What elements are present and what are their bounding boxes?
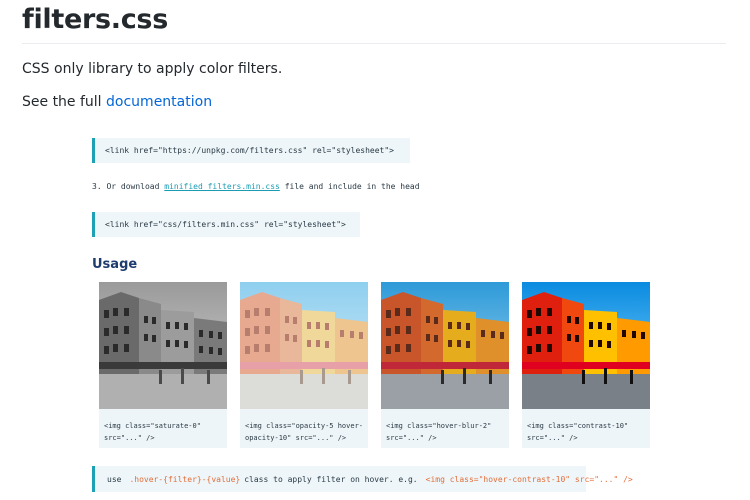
cdn-code-block: <link href="https://unpkg.com/filters.cs… <box>92 138 410 163</box>
example-card-opacity: <img class="opacity-5 hover- opacity-10"… <box>240 282 368 448</box>
title-divider <box>22 43 726 44</box>
example-caption: <img class="opacity-5 hover- opacity-10"… <box>245 422 364 442</box>
example-card-contrast: <img class="contrast-10" src="..." /> <box>522 282 650 448</box>
example-caption: <img class="saturate-0" src="..." /> <box>104 422 201 442</box>
example-card-saturate: <img class="saturate-0" src="..." /> <box>99 282 227 448</box>
example-caption: <img class="hover-blur-2" src="..." /> <box>386 422 492 442</box>
hint-class: .hover-{filter}-{value} <box>129 474 241 484</box>
download-link[interactable]: minified filters.min.css <box>164 182 280 191</box>
local-code: <link href="css/filters.min.css" rel="st… <box>105 220 346 229</box>
description: CSS only library to apply color filters. <box>22 61 283 77</box>
documentation-line: See the full documentation <box>22 94 212 110</box>
hint-example: <img class="hover-contrast-10" src="..."… <box>425 474 633 484</box>
local-code-block: <link href="css/filters.min.css" rel="st… <box>92 212 360 237</box>
hint-text: class to apply filter on hover. e.g. <box>244 474 418 484</box>
example-caption: <img class="contrast-10" src="..." /> <box>527 422 629 442</box>
example-card-blur: <img class="hover-blur-2" src="..." /> <box>381 282 509 448</box>
example-image-high-contrast[interactable] <box>522 282 650 409</box>
doc-prefix: See the full <box>22 94 102 110</box>
example-image-grayscale <box>99 282 227 409</box>
step-prefix: 3. Or download <box>92 182 160 191</box>
hover-hint-block: use .hover-{filter}-{value} class to app… <box>92 466 633 492</box>
usage-heading: Usage <box>92 257 138 272</box>
documentation-link[interactable]: documentation <box>106 94 212 110</box>
download-step: 3. Or download minified filters.min.css … <box>92 182 420 191</box>
example-image-normal[interactable] <box>381 282 509 409</box>
step-suffix: file and include in the head <box>284 182 420 191</box>
example-image-faded[interactable] <box>240 282 368 409</box>
page-title: filters.css <box>22 4 168 35</box>
hint-use: use <box>107 474 122 484</box>
cdn-code: <link href="https://unpkg.com/filters.cs… <box>105 146 394 155</box>
